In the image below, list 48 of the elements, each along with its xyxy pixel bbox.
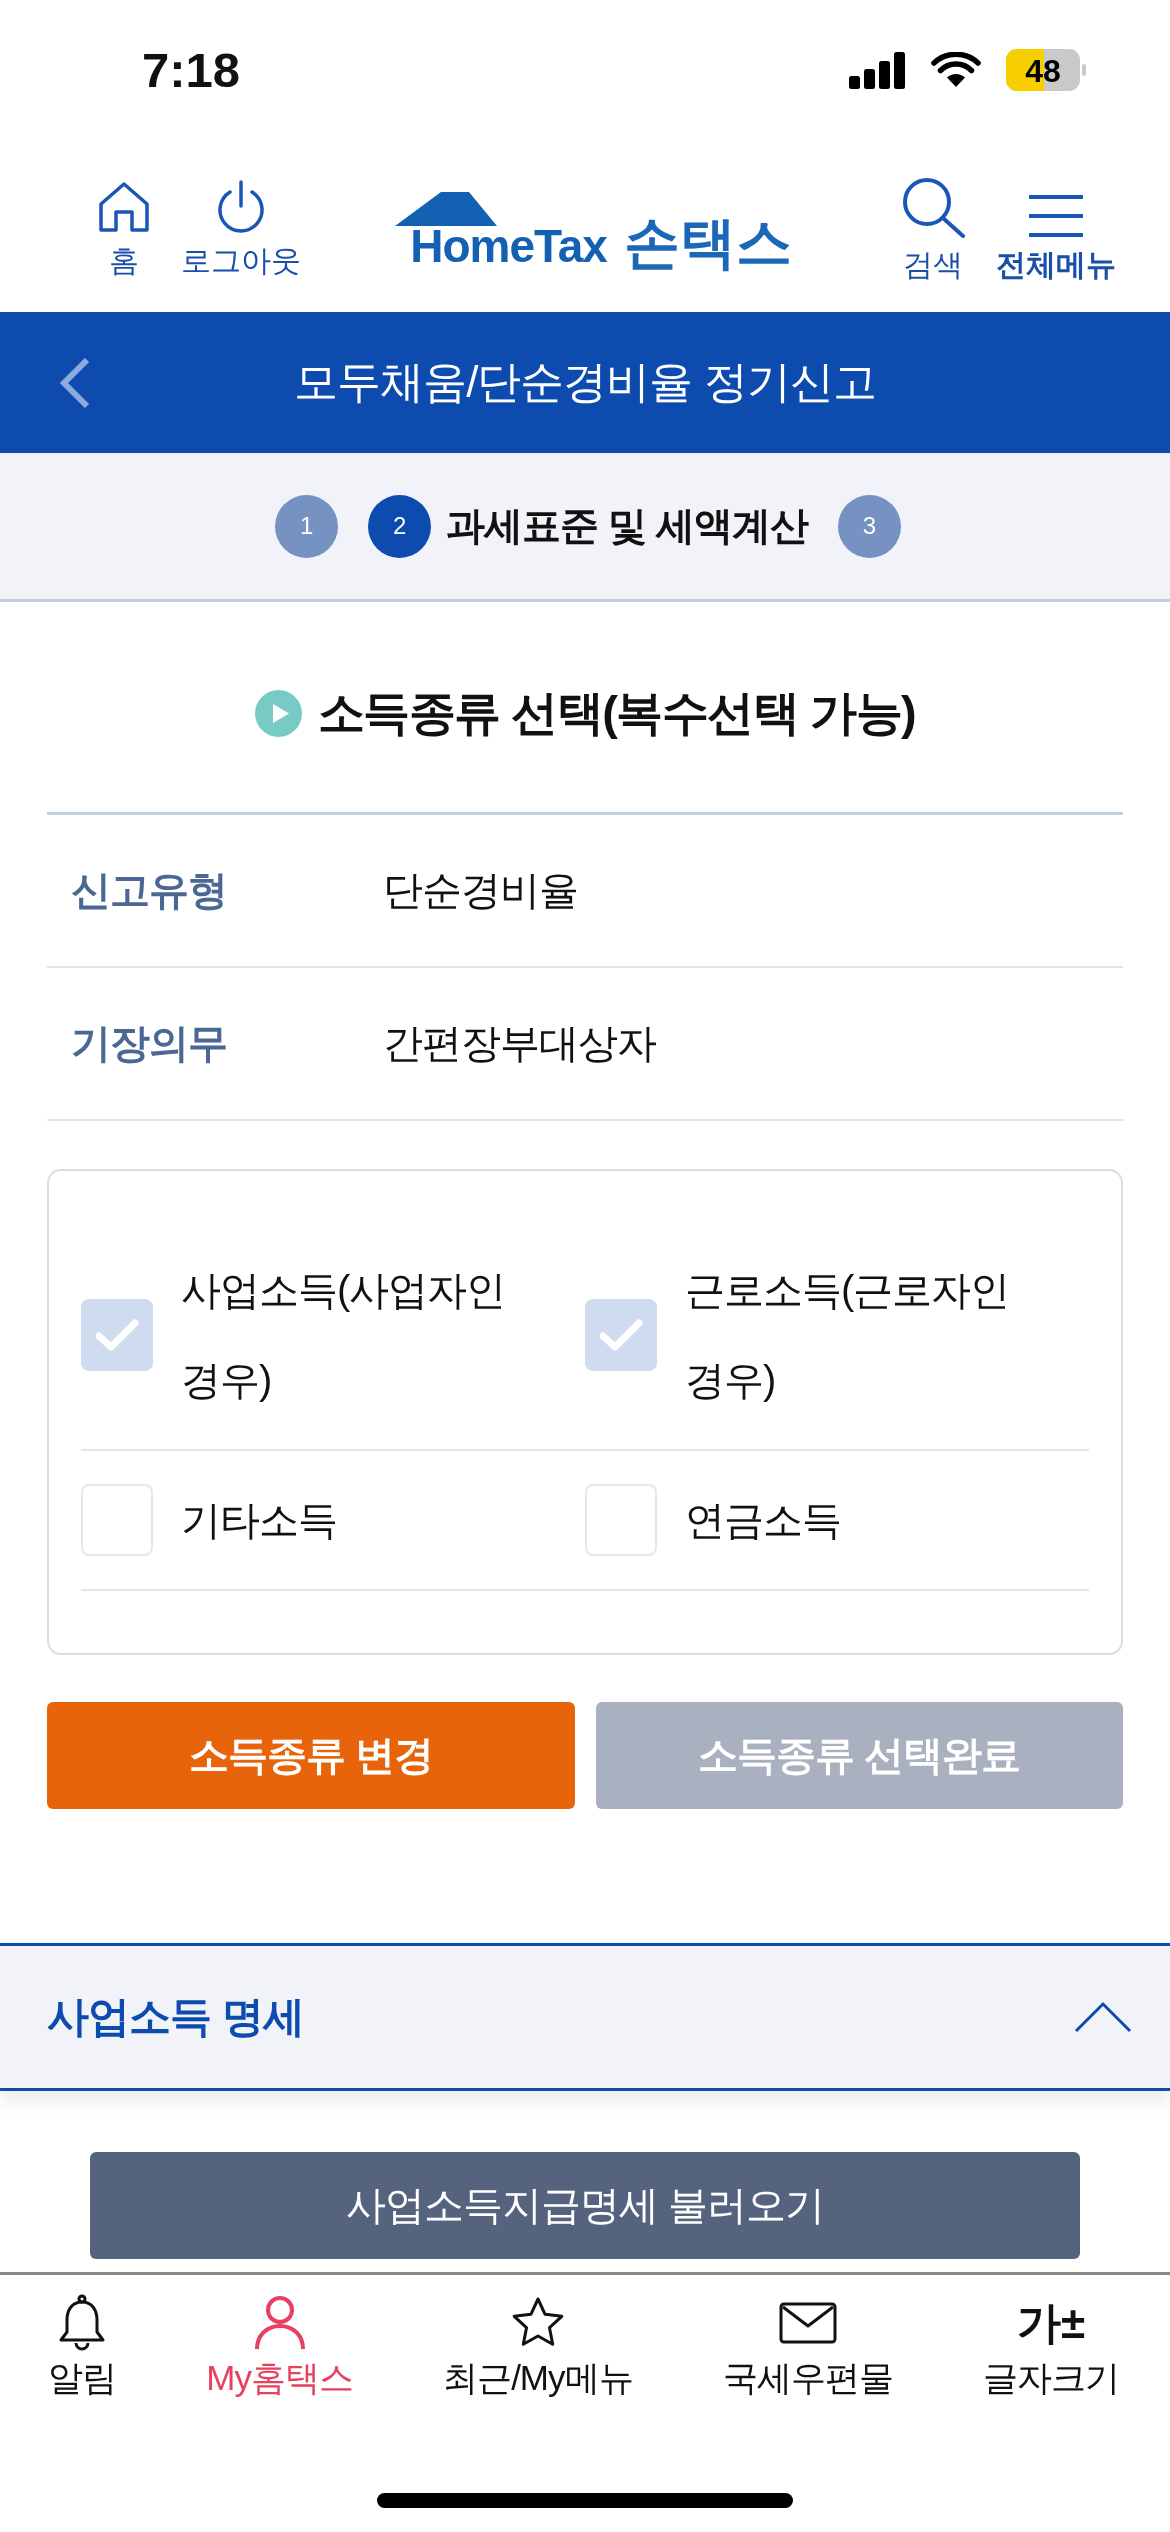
- checkbox[interactable]: [81, 1484, 153, 1556]
- info-label: 신고유형: [70, 867, 228, 914]
- checkbox[interactable]: [585, 1484, 657, 1556]
- signal-icon: [849, 51, 906, 89]
- tab-item[interactable]: 가± 글자크기: [983, 2293, 1119, 2401]
- step-label: 과세표준 및 세액계산: [446, 503, 808, 549]
- accordion-title: 사업소득 명세: [47, 1992, 304, 2042]
- search-button[interactable]: 검색: [900, 176, 966, 282]
- menu-icon: [1029, 194, 1083, 238]
- house-icon: [97, 180, 151, 234]
- logout-button[interactable]: 로그아웃: [181, 180, 301, 278]
- check-icon: [599, 1319, 643, 1351]
- menu-button[interactable]: 전체메뉴: [996, 194, 1116, 282]
- bell-icon: [58, 2294, 106, 2352]
- accordion-header[interactable]: 사업소득 명세: [0, 1943, 1170, 2091]
- home-button[interactable]: 홈: [97, 180, 151, 278]
- load-button[interactable]: 사업소득지급명세 불러오기: [90, 2152, 1080, 2259]
- check-icon: [95, 1319, 139, 1351]
- step-number: 2: [368, 494, 432, 558]
- step-number: 1: [275, 494, 339, 558]
- logo-text: 손택스: [623, 214, 792, 272]
- info-value: 간편장부대상자: [383, 1020, 656, 1067]
- page-title: 모두채움/단순경비율 정기신고: [293, 356, 877, 408]
- search-icon: [900, 176, 966, 238]
- text-size-icon: 가±: [1016, 2295, 1086, 2351]
- back-button[interactable]: [58, 355, 92, 410]
- checkbox-label: 사업소득(사업자인 경우): [181, 1267, 507, 1404]
- chevron-left-icon: [58, 355, 92, 410]
- checkbox[interactable]: [585, 1299, 657, 1371]
- step-number: 3: [837, 494, 901, 558]
- logo-wordmark: HomeTax: [409, 226, 607, 266]
- section-title: 소득종류 선택(복수선택 가능): [317, 685, 916, 741]
- tab-item[interactable]: 알림: [48, 2293, 116, 2401]
- info-value: 단순경비율: [383, 867, 578, 914]
- info-label: 기장의무: [70, 1020, 228, 1067]
- tab-item[interactable]: 국세우편물: [722, 2293, 893, 2401]
- checkbox-label: 기타소득: [181, 1497, 338, 1544]
- checkbox-label: 근로소득(근로자인 경우): [685, 1267, 1011, 1404]
- mail-icon: [778, 2302, 837, 2344]
- tab-item[interactable]: My홈택스: [206, 2293, 353, 2401]
- tab-item[interactable]: 최근/My메뉴: [443, 2293, 633, 2401]
- person-icon: [253, 2295, 306, 2351]
- checkbox[interactable]: [81, 1299, 153, 1371]
- status-time: 7:18: [142, 42, 241, 98]
- roof-icon: [395, 192, 498, 226]
- checkbox-label: 연금소득: [685, 1497, 842, 1544]
- play-icon: [254, 689, 302, 737]
- wifi-icon: [931, 52, 981, 88]
